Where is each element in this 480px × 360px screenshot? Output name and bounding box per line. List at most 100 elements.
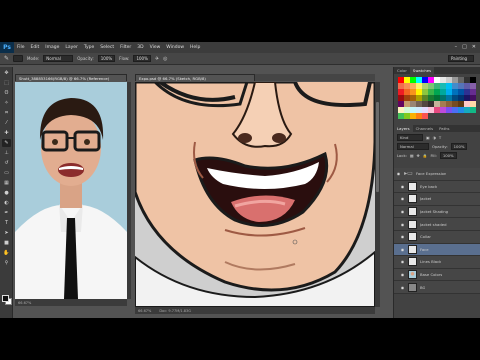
history-brush-icon[interactable]: ↺ xyxy=(2,159,11,167)
blur-tool-icon[interactable]: ● xyxy=(2,189,11,197)
flow-field[interactable]: 100% xyxy=(133,55,151,62)
filter-image-icon[interactable]: ▣ xyxy=(426,135,430,140)
marquee-tool-icon[interactable]: ⬚ xyxy=(2,79,11,87)
move-tool-icon[interactable]: ✥ xyxy=(2,69,11,77)
brush-tool-icon[interactable]: ✎ xyxy=(2,139,11,147)
layers-controls: Kind ▣ ◑ T Normal Opacity: 100% Lock: ▦ … xyxy=(394,132,480,168)
tab-color[interactable]: Color xyxy=(394,67,410,74)
visibility-eye-icon[interactable]: ◉ xyxy=(400,247,405,252)
menu-file[interactable]: File xyxy=(14,45,28,50)
filter-type-icon[interactable]: T xyxy=(439,135,441,140)
layer-row[interactable]: ◉ Jacket shaded xyxy=(394,218,480,231)
painting-scroll-thumb[interactable] xyxy=(376,102,379,192)
reference-vertical-scrollbar[interactable] xyxy=(127,82,131,299)
foreground-color-swatch[interactable] xyxy=(2,295,9,302)
visibility-eye-icon[interactable]: ◉ xyxy=(400,285,405,290)
pen-tool-icon[interactable]: ✒ xyxy=(2,209,11,217)
layer-name: Jacket Shading xyxy=(420,209,449,215)
layer-opacity-field[interactable]: 100% xyxy=(450,143,468,150)
tab-layers[interactable]: Layers xyxy=(394,125,413,132)
window-controls: – □ ✕ xyxy=(455,44,476,50)
tab-channels[interactable]: Channels xyxy=(413,125,437,132)
menu-type[interactable]: Type xyxy=(81,45,97,50)
tab-swatches[interactable]: Swatches xyxy=(409,67,435,74)
healing-tool-icon[interactable]: ✚ xyxy=(2,129,11,137)
tab-paths[interactable]: Paths xyxy=(436,125,452,132)
pressure-icon[interactable]: ◎ xyxy=(163,56,167,62)
blend-mode-dropdown[interactable]: Normal xyxy=(397,143,429,150)
layer-opacity-label: Opacity: xyxy=(432,144,448,149)
layer-row[interactable]: ◉ Eye back xyxy=(394,180,480,194)
visibility-eye-icon[interactable]: ◉ xyxy=(400,196,405,201)
visibility-eye-icon[interactable]: ◉ xyxy=(400,209,405,214)
tab-reference-document[interactable]: Shutt_388853166(RGB/8) @ 66.7% (Referenc… xyxy=(15,74,127,81)
layer-row[interactable]: ◉ Jacket Shading xyxy=(394,205,480,219)
layer-name: Jacket xyxy=(420,196,432,202)
brush-preset-picker[interactable] xyxy=(13,55,24,62)
lock-pixels-icon[interactable]: ▦ xyxy=(410,153,414,158)
mode-dropdown[interactable]: Normal xyxy=(43,55,74,62)
brush-tool-icon[interactable]: ✎ xyxy=(4,55,9,62)
gradient-tool-icon[interactable]: ▦ xyxy=(2,179,11,187)
color-swatch[interactable] xyxy=(470,107,476,113)
menu-view[interactable]: View xyxy=(147,45,164,50)
lock-all-icon[interactable]: 🔒 xyxy=(423,153,428,158)
stamp-tool-icon[interactable]: ⊥ xyxy=(2,149,11,157)
minimize-button[interactable]: – xyxy=(455,44,458,50)
lock-move-icon[interactable]: ✥ xyxy=(417,153,420,158)
menu-3d[interactable]: 3D xyxy=(134,45,146,50)
visibility-eye-icon[interactable]: ◉ xyxy=(396,171,401,176)
hand-tool-icon[interactable]: ✋ xyxy=(2,249,11,257)
layer-row[interactable]: ◉ Collar xyxy=(394,230,480,244)
layer-row[interactable]: ◉ Lines Black xyxy=(394,256,480,269)
visibility-eye-icon[interactable]: ◉ xyxy=(400,184,405,189)
layer-row[interactable]: ◉ Base Colors xyxy=(394,268,480,282)
visibility-eye-icon[interactable]: ◉ xyxy=(400,222,405,227)
layer-row[interactable]: ◉ Jacket xyxy=(394,193,480,206)
crop-tool-icon[interactable]: ⌗ xyxy=(2,109,11,117)
shape-tool-icon[interactable]: ■ xyxy=(2,239,11,247)
menu-select[interactable]: Select xyxy=(97,45,117,50)
folder-icon: ▸▭ xyxy=(404,170,413,178)
menu-help[interactable]: Help xyxy=(187,45,203,50)
reference-zoom-level[interactable]: 66.67% xyxy=(18,301,31,305)
reference-photo-image xyxy=(15,82,127,299)
layer-row[interactable]: ◉ ▸▭ Face Expression xyxy=(394,168,480,181)
menu-edit[interactable]: Edit xyxy=(28,45,43,50)
maximize-button[interactable]: □ xyxy=(462,44,467,50)
visibility-eye-icon[interactable]: ◉ xyxy=(400,234,405,239)
quick-select-tool-icon[interactable]: ✧ xyxy=(2,99,11,107)
menu-layer[interactable]: Layer xyxy=(62,45,81,50)
options-bar: ✎ Mode: Normal Opacity: 100% Flow: 100% … xyxy=(0,53,480,65)
dodge-tool-icon[interactable]: ◐ xyxy=(2,199,11,207)
close-button[interactable]: ✕ xyxy=(472,44,476,50)
workspace-switcher[interactable]: Painting xyxy=(448,55,474,62)
menu-window[interactable]: Window xyxy=(163,45,187,50)
filter-adjust-icon[interactable]: ◑ xyxy=(433,135,436,140)
document-size-info[interactable]: Doc: 9.77M/1.83G xyxy=(159,309,191,313)
zoom-tool-icon[interactable]: ⚲ xyxy=(2,259,11,267)
color-swatch[interactable] xyxy=(422,113,428,119)
layer-name: Base Colors xyxy=(420,272,443,278)
layer-filter-kind[interactable]: Kind xyxy=(397,134,423,141)
layer-fill-field[interactable]: 100% xyxy=(439,152,457,159)
layer-thumbnail xyxy=(408,244,417,254)
eyedropper-tool-icon[interactable]: ⁄ xyxy=(2,119,11,127)
menu-filter[interactable]: Filter xyxy=(117,45,134,50)
painting-zoom-level[interactable]: 66.67% xyxy=(138,309,151,313)
lasso-tool-icon[interactable]: ʘ xyxy=(2,89,11,97)
layer-row[interactable]: ◉ BG xyxy=(394,281,480,294)
eraser-tool-icon[interactable]: ▭ xyxy=(2,169,11,177)
painting-canvas[interactable] xyxy=(135,82,375,307)
tab-empty-area xyxy=(255,74,375,81)
visibility-eye-icon[interactable]: ◉ xyxy=(400,272,405,277)
airbrush-icon[interactable]: ✈ xyxy=(155,56,159,62)
tab-painting-document[interactable]: Expo.psd @ 66.7% (Sketch, RGB/8) xyxy=(135,74,255,81)
opacity-field[interactable]: 100% xyxy=(97,55,116,62)
visibility-eye-icon[interactable]: ◉ xyxy=(400,259,405,264)
layer-row[interactable]: ◉ Face xyxy=(394,243,480,257)
type-tool-icon[interactable]: T xyxy=(2,219,11,227)
menu-image[interactable]: Image xyxy=(42,45,62,50)
path-select-tool-icon[interactable]: ➤ xyxy=(2,229,11,237)
reference-photo-canvas[interactable] xyxy=(15,82,127,299)
